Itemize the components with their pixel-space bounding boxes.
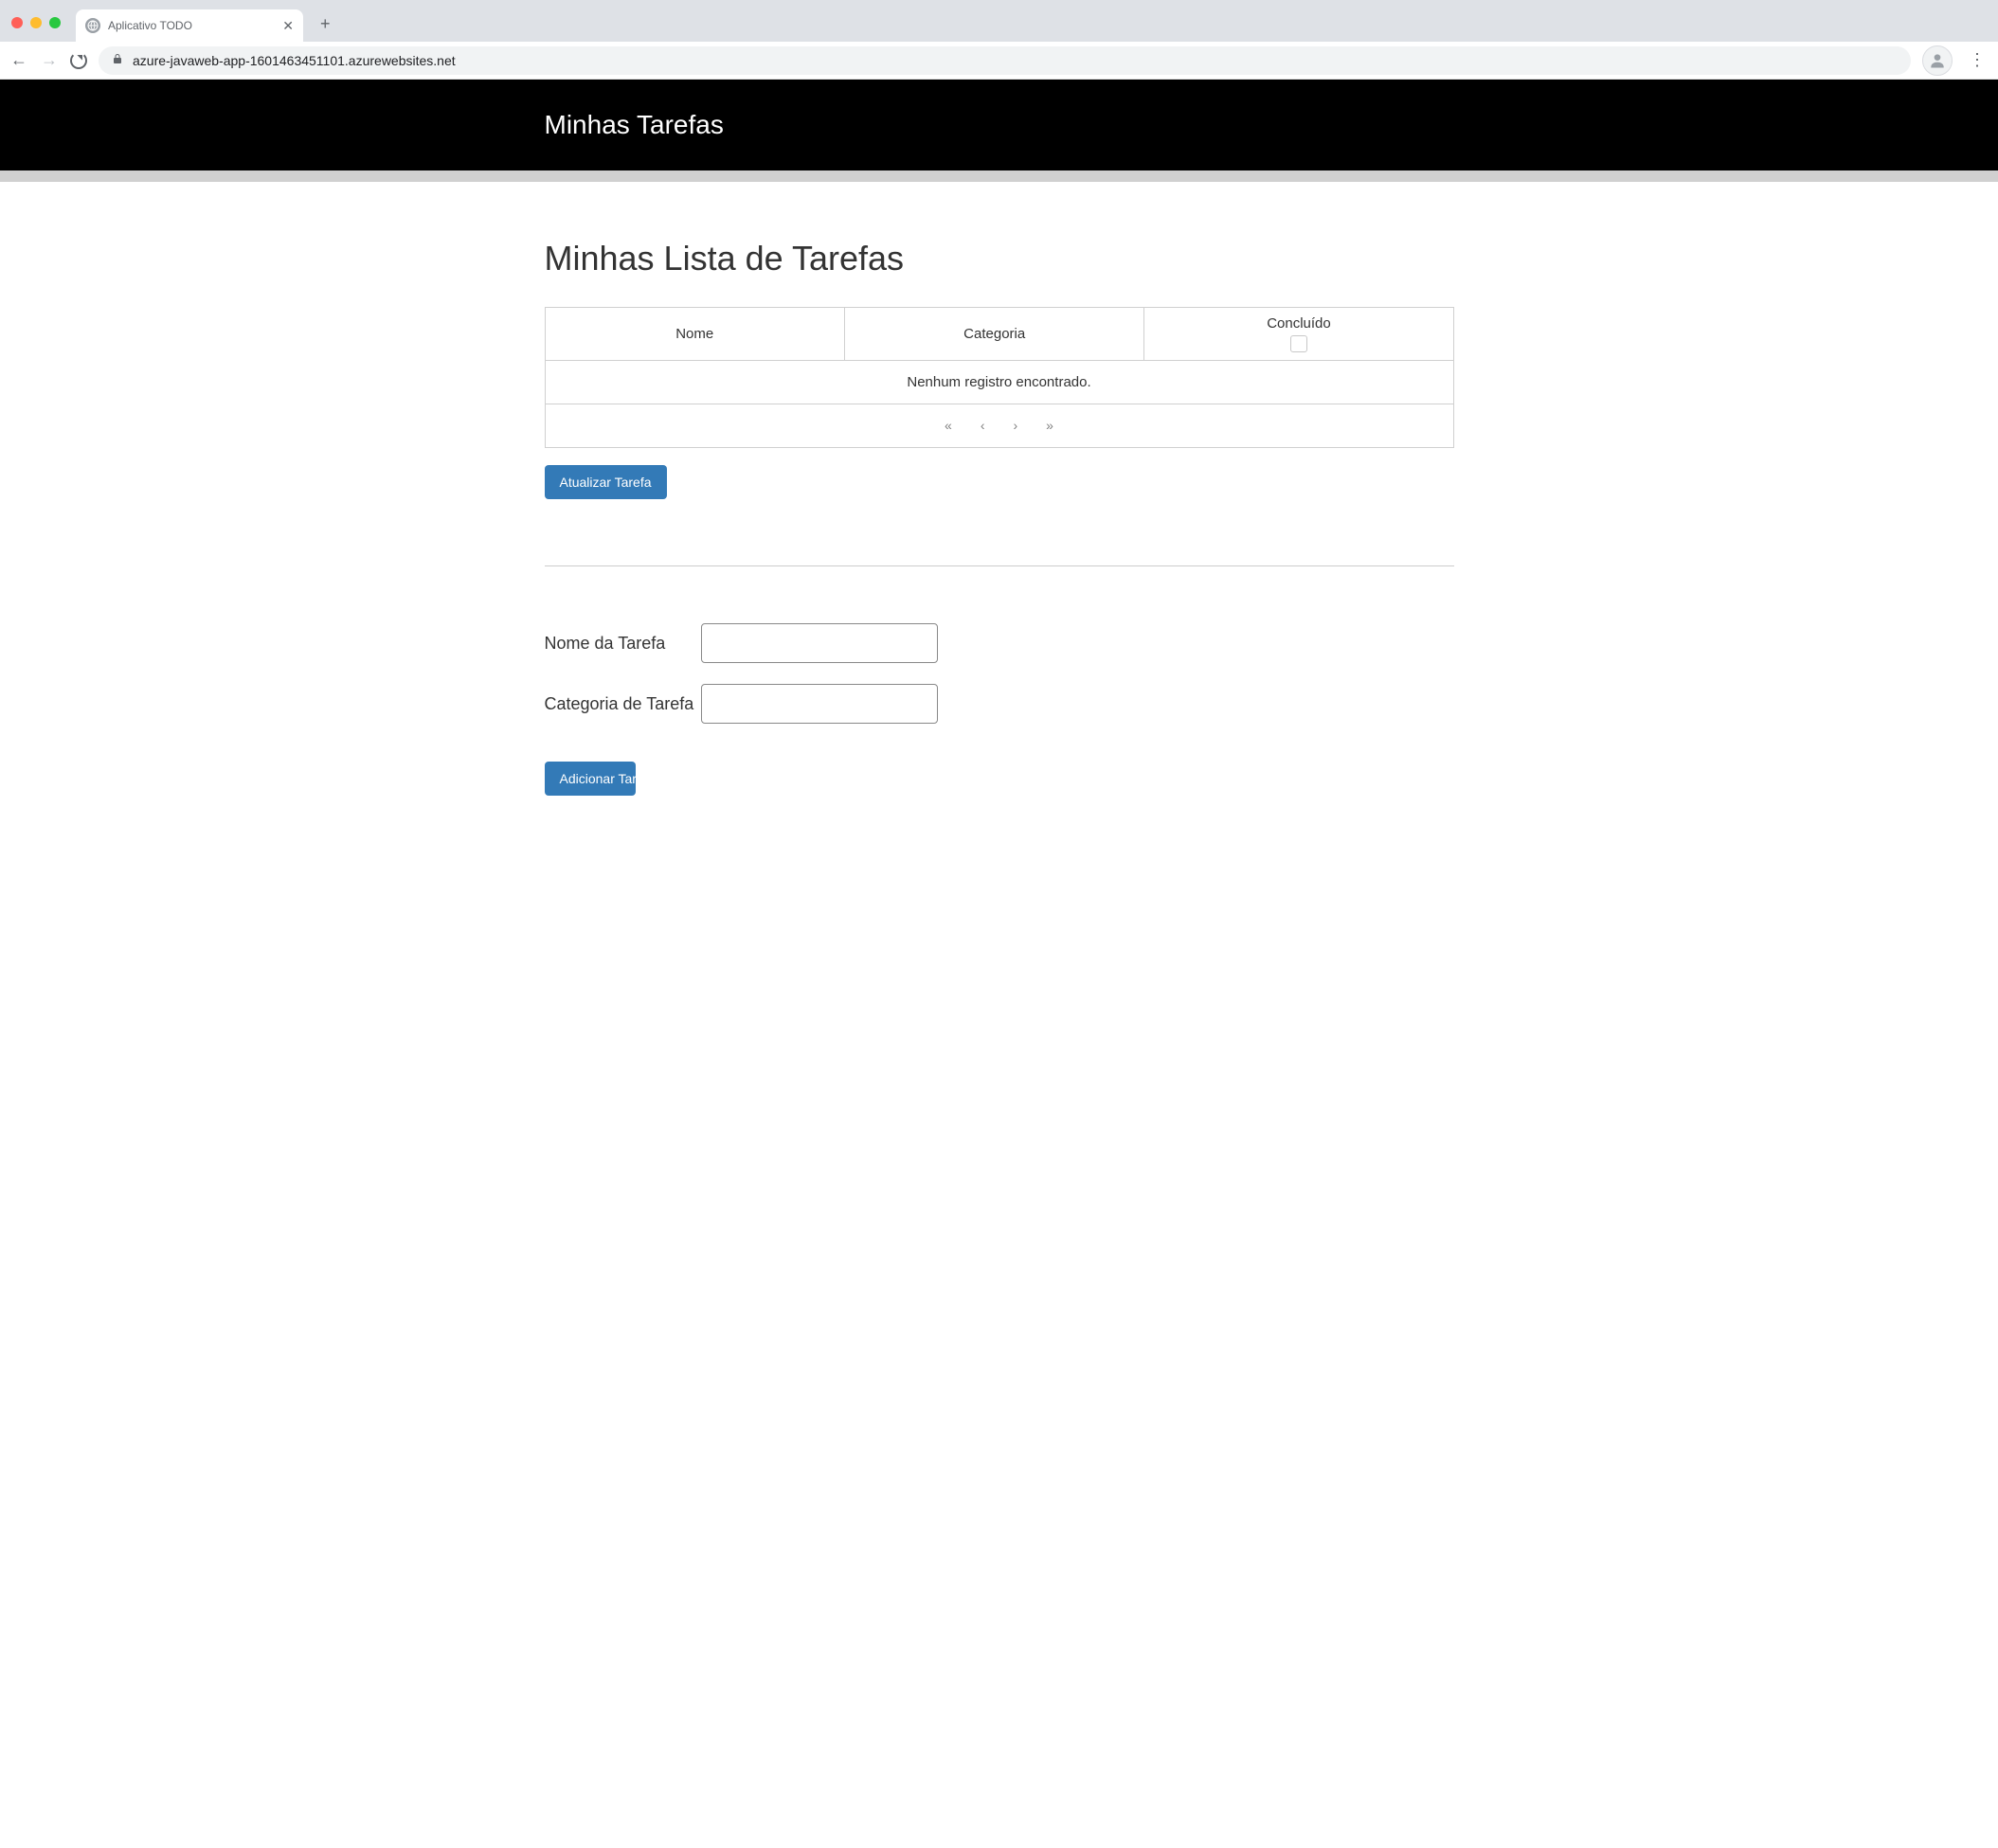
select-all-checkbox[interactable] [1290,335,1307,352]
add-task-button[interactable]: Adicionar Tarefa [545,762,636,796]
empty-message: Nenhum registro encontrado. [545,361,1453,404]
back-button[interactable]: ← [9,50,28,70]
url-text: azure-javaweb-app-1601463451101.azureweb… [133,53,456,68]
task-category-row: Categoria de Tarefa [545,684,1454,724]
task-name-row: Nome da Tarefa [545,623,1454,663]
task-category-label: Categoria de Tarefa [545,694,701,714]
task-name-input[interactable] [701,623,938,663]
window-minimize[interactable] [30,17,42,28]
task-category-input[interactable] [701,684,938,724]
prev-page-icon[interactable]: ‹ [981,418,985,433]
window-maximize[interactable] [49,17,61,28]
address-bar[interactable]: azure-javaweb-app-1601463451101.azureweb… [99,46,1911,75]
new-tab-button[interactable]: + [311,14,340,42]
browser-tab-strip: Aplicativo TODO ✕ + [0,0,1998,42]
tasks-table: Nome Categoria Concluído Nenhum registro… [545,307,1454,448]
app-header-title: Minhas Tarefas [526,110,1473,140]
column-header-category[interactable]: Categoria [844,308,1143,361]
window-controls [9,17,68,42]
empty-row: Nenhum registro encontrado. [545,361,1453,404]
browser-menu-button[interactable]: ⋮ [1964,50,1989,70]
page-title: Minhas Lista de Tarefas [545,239,1454,278]
profile-button[interactable] [1922,45,1953,76]
forward-button[interactable]: → [40,50,59,70]
tab-title: Aplicativo TODO [108,19,192,32]
task-name-label: Nome da Tarefa [545,634,701,654]
last-page-icon[interactable]: » [1046,418,1053,433]
section-divider [545,565,1454,566]
column-header-name[interactable]: Nome [545,308,844,361]
browser-toolbar: ← → azure-javaweb-app-1601463451101.azur… [0,42,1998,80]
next-page-icon[interactable]: › [1014,418,1018,433]
main-content: Minhas Lista de Tarefas Nome Categoria C… [526,182,1473,815]
first-page-icon[interactable]: « [945,418,952,433]
column-header-complete: Concluído [1144,308,1453,361]
column-header-complete-label: Concluído [1267,315,1331,332]
update-task-button[interactable]: Atualizar Tarefa [545,465,667,499]
app-header: Minhas Tarefas [0,80,1998,170]
globe-icon [85,18,100,33]
close-tab-icon[interactable]: ✕ [282,18,294,34]
header-divider [0,170,1998,182]
browser-tab[interactable]: Aplicativo TODO ✕ [76,9,303,42]
reload-button[interactable] [70,52,87,69]
window-close[interactable] [11,17,23,28]
lock-icon [112,52,123,68]
paginator-row: « ‹ › » [545,404,1453,448]
